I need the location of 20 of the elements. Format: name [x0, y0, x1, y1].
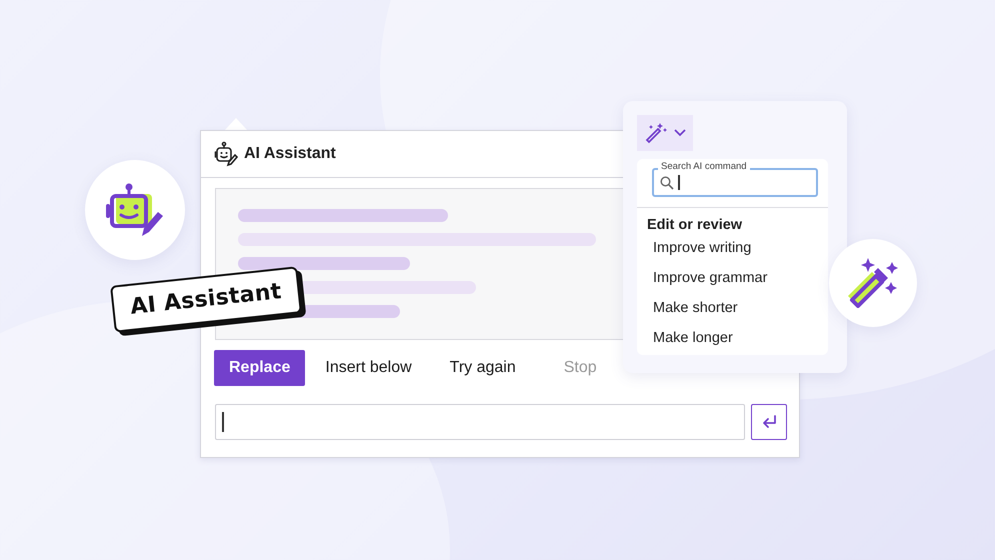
magic-wand-icon	[846, 258, 900, 308]
section-heading: Edit or review	[646, 216, 744, 235]
search-icon	[660, 176, 674, 190]
ai-commands-button[interactable]	[637, 115, 693, 151]
enter-icon	[761, 415, 777, 429]
menu-item[interactable]: Make longer	[637, 326, 828, 356]
robot-icon	[214, 141, 238, 167]
chevron-down-icon	[674, 129, 686, 137]
action-button[interactable]: Replace	[214, 350, 306, 386]
submit-button[interactable]	[751, 404, 787, 440]
action-button[interactable]: Insert below	[308, 350, 429, 386]
robot-pencil-icon	[106, 182, 164, 238]
search-label: Search AI command	[658, 161, 750, 173]
prompt-field[interactable]	[215, 404, 745, 440]
panel-title: AI Assistant	[244, 145, 336, 163]
menu-item[interactable]: Improve writing	[637, 236, 828, 266]
action-button[interactable]: Try again	[432, 350, 533, 386]
menu-item[interactable]: Make shorter	[637, 296, 828, 326]
menu-item[interactable]: Improve grammar	[637, 266, 828, 296]
magic-wand-icon	[644, 122, 668, 144]
